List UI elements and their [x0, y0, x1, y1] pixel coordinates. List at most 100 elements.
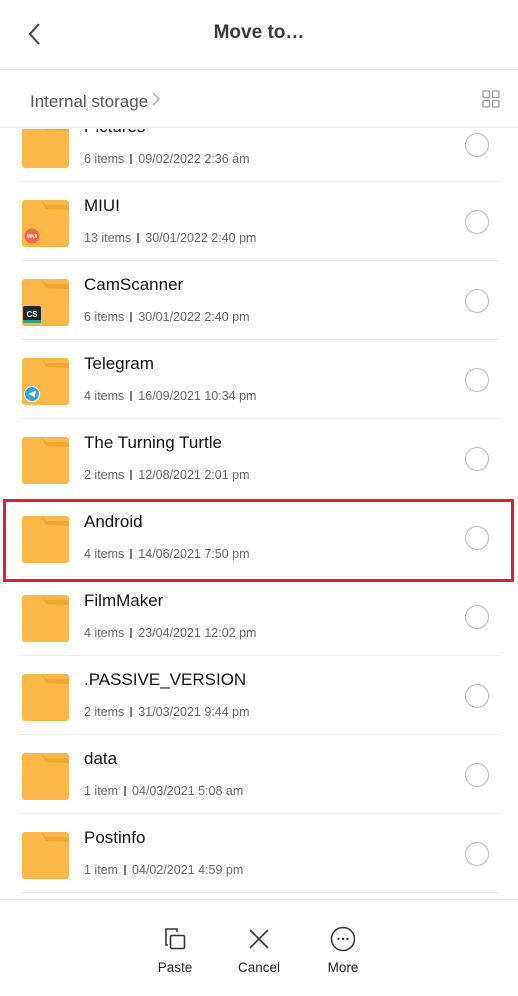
folder-row[interactable]: .PASSIVE_VERSION 2 items 31/03/2021 9:44 … [0, 656, 518, 735]
folder-meta: 1 item 04/03/2021 5:08 am [84, 784, 243, 798]
folder-row[interactable]: Postinfo 1 item 04/02/2021 4:59 pm [0, 814, 518, 893]
folder-meta: 1 item 04/02/2021 4:59 pm [84, 863, 243, 877]
meta-divider [130, 707, 133, 717]
more-button[interactable]: More [308, 926, 378, 975]
cancel-button[interactable]: Cancel [224, 926, 294, 975]
folder-name: Android [84, 512, 143, 531]
folder-select-radio[interactable] [465, 133, 489, 157]
folder-name: .PASSIVE_VERSION [84, 670, 247, 689]
folder-icon [22, 753, 69, 800]
folder-select-radio[interactable] [465, 289, 489, 313]
folder-modified-date: 14/06/2021 7:50 pm [138, 547, 250, 561]
miui-badge-text: MIUI [27, 234, 38, 240]
top-app-bar: Move to… [0, 0, 518, 70]
folder-select-radio[interactable] [465, 684, 489, 708]
folder-select-radio[interactable] [465, 763, 489, 787]
folder-item-count: 4 items [84, 389, 125, 403]
paste-icon [165, 928, 186, 950]
row-divider [20, 892, 500, 893]
folder-name: MIUI [84, 196, 120, 215]
paste-button[interactable]: Paste [140, 926, 210, 975]
folder-name: FilmMaker [84, 591, 164, 610]
close-icon [249, 929, 269, 949]
folder-name: Postinfo [84, 828, 146, 847]
bottom-action-bar: Paste Cancel More [0, 899, 518, 996]
folder-icon [22, 832, 69, 879]
meta-divider [130, 549, 133, 559]
folder-row[interactable]: FilmMaker 4 items 23/04/2021 12:02 pm [0, 577, 518, 656]
breadcrumb-bar: Internal storage [0, 70, 518, 128]
folder-select-radio[interactable] [465, 526, 489, 550]
folder-select-radio[interactable] [465, 842, 489, 866]
folder-item-count: 2 items [84, 468, 125, 482]
folder-select-radio[interactable] [465, 447, 489, 471]
page-title: Move to… [213, 22, 305, 43]
folder-meta: 4 items 16/09/2021 10:34 pm [84, 389, 256, 403]
folder-row[interactable]: data 1 item 04/03/2021 5:08 am [0, 735, 518, 814]
folder-icon [22, 437, 69, 484]
meta-divider [124, 865, 127, 875]
folder-icon [22, 358, 69, 405]
folder-icon [22, 674, 69, 721]
folder-select-radio[interactable] [465, 210, 489, 234]
camscanner-badge-text: CS [26, 310, 38, 319]
grid-view-icon [482, 90, 500, 108]
more-icon [330, 926, 356, 952]
folder-modified-date: 30/01/2022 2:40 pm [138, 310, 250, 324]
folder-icon [22, 129, 69, 168]
folder-modified-date: 16/09/2021 10:34 pm [138, 389, 257, 403]
folder-meta: 2 items 12/08/2021 2:01 pm [84, 468, 250, 482]
folder-row[interactable]: Telegram 4 items 16/09/2021 10:34 pm [0, 340, 518, 419]
folder-item-count: 2 items [84, 705, 125, 719]
folder-name: The Turning Turtle [84, 433, 222, 452]
folder-meta: 6 items 09/02/2022 2:36 am [84, 152, 250, 166]
folder-select-radio[interactable] [465, 368, 489, 392]
meta-divider [130, 470, 133, 480]
folder-select-radio[interactable] [465, 605, 489, 629]
folder-item-count: 6 items [84, 310, 125, 324]
folder-modified-date: 04/03/2021 5:08 am [132, 784, 244, 798]
folder-modified-date: 09/02/2022 2:36 am [138, 152, 250, 166]
paste-label: Paste [157, 960, 193, 975]
folder-row[interactable]: Android 4 items 14/06/2021 7:50 pm [0, 498, 518, 577]
meta-divider [130, 312, 133, 322]
miui-app-icon: MIUI [24, 228, 40, 244]
folder-row[interactable]: Pictures 6 items 09/02/2022 2:36 am [0, 129, 518, 182]
meta-divider [130, 391, 133, 401]
folder-modified-date: 31/03/2021 9:44 pm [138, 705, 250, 719]
meta-divider [137, 233, 140, 243]
folder-name: Telegram [84, 354, 154, 373]
folder-meta: 13 items 30/01/2022 2:40 pm [84, 231, 256, 245]
more-label: More [327, 960, 359, 975]
folder-meta: 2 items 31/03/2021 9:44 pm [84, 705, 250, 719]
meta-divider [130, 628, 133, 638]
folder-row[interactable]: MIUI MIUI 13 items 30/01/2022 2:40 pm [0, 182, 518, 261]
breadcrumb-internal-storage[interactable]: Internal storage [30, 90, 161, 113]
folder-name: CamScanner [84, 275, 184, 294]
folder-item-count: 1 item [84, 784, 119, 798]
folder-modified-date: 12/08/2021 2:01 pm [138, 468, 250, 482]
folder-meta: 6 items 30/01/2022 2:40 pm [84, 310, 250, 324]
cancel-label: Cancel [237, 960, 281, 975]
folder-modified-date: 04/02/2021 4:59 pm [132, 863, 244, 877]
camscanner-app-icon: CS [23, 306, 41, 323]
folder-item-count: 6 items [84, 152, 125, 166]
folder-meta: 4 items 23/04/2021 12:02 pm [84, 626, 256, 640]
folder-item-count: 4 items [84, 547, 125, 561]
grid-view-button[interactable] [482, 90, 500, 108]
folder-item-count: 4 items [84, 626, 125, 640]
folder-icon: CS [22, 279, 69, 326]
folder-icon [22, 595, 69, 642]
folder-list[interactable]: Pictures 6 items 09/02/2022 2:36 am MIUI … [0, 129, 518, 899]
folder-name: Pictures [84, 129, 145, 137]
telegram-app-icon [24, 386, 40, 402]
folder-name: data [84, 749, 118, 768]
folder-modified-date: 30/01/2022 2:40 pm [145, 231, 257, 245]
chevron-right-icon [151, 90, 161, 113]
folder-icon: MIUI [22, 200, 69, 247]
breadcrumb-label: Internal storage [30, 91, 149, 111]
folder-icon [22, 516, 69, 563]
folder-modified-date: 23/04/2021 12:02 pm [138, 626, 257, 640]
folder-row[interactable]: The Turning Turtle 2 items 12/08/2021 2:0… [0, 419, 518, 498]
folder-row[interactable]: CS CamScanner 6 items 30/01/2022 2:40 pm [0, 261, 518, 340]
